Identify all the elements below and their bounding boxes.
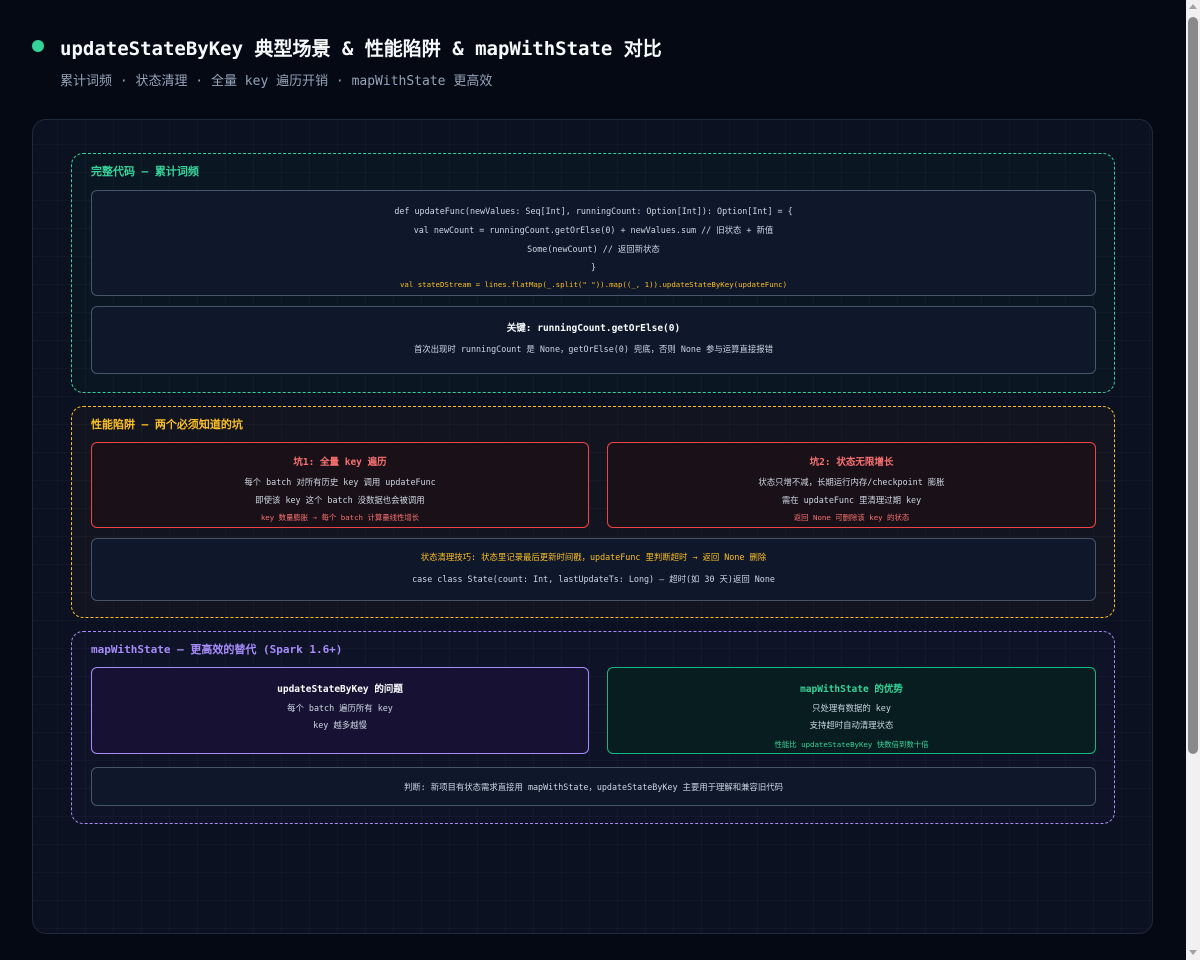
page-title: updateStateByKey 典型场景 & 性能陷阱 & mapWithSt… [60,38,662,60]
advantage-card-line: 只处理有数据的 key [812,703,891,713]
pitfall-1-title: 坑1: 全量 key 遍历 [293,457,387,468]
updatestatebykey-problem-card: updateStateByKey 的问题 每个 batch 遍历所有 key k… [91,667,589,754]
advantage-card-title: mapWithState 的优势 [800,684,903,695]
scroll-down-arrow-icon[interactable] [1189,950,1197,955]
pitfall-1-card: 坑1: 全量 key 遍历 每个 batch 对所有历史 key 调用 upda… [91,442,589,528]
mapwithstate-section-title: mapWithState — 更高效的替代 (Spark 1.6+) [91,643,343,656]
pitfall-2-title: 坑2: 状态无限增长 [809,457,894,468]
mapwithstate-section: mapWithState — 更高效的替代 (Spark 1.6+) updat… [71,631,1115,824]
cleanup-tip-text: case class State(count: Int, lastUpdateT… [412,574,775,584]
problem-card-title: updateStateByKey 的问题 [277,684,403,695]
pitfall-2-note: 返回 None 可删除该 key 的状态 [793,513,910,522]
pitfall-1-line: 每个 batch 对所有历史 key 调用 updateFunc [244,477,436,487]
verdict-text: 判断: 新项目有状态需求直接用 mapWithState，updateState… [403,782,784,792]
cleanup-tip-title: 状态清理技巧: 状态里记录最后更新时间戳，updateFunc 里判断超时 → … [420,552,767,562]
pitfall-2-line: 状态只增不减，长期运行内存/checkpoint 膨胀 [758,477,945,487]
pitfall-2-card: 坑2: 状态无限增长 状态只增不减，长期运行内存/checkpoint 膨胀 需… [607,442,1096,528]
code-line: val newCount = runningCount.getOrElse(0)… [413,225,774,235]
pitfalls-section-title: 性能陷阱 — 两个必须知道的坑 [91,418,243,431]
code-line: def updateFunc(newValues: Seq[Int], runn… [394,206,793,216]
advantage-card-note: 性能比 updateStateByKey 快数倍到数十倍 [774,740,929,749]
page-subtitle: 累计词频 · 状态清理 · 全量 key 遍历开销 · mapWithState… [60,74,493,89]
vertical-scrollbar[interactable] [1186,0,1200,960]
pitfall-1-note: key 数量膨胀 → 每个 batch 计算量线性增长 [260,513,420,522]
code-line: Some(newCount) // 返回新状态 [527,244,660,254]
key-point-text: 首次出现时 runningCount 是 None，getOrElse(0) 兜… [413,344,774,354]
cleanup-tip-box: 状态清理技巧: 状态里记录最后更新时间戳，updateFunc 里判断超时 → … [91,538,1096,601]
scroll-up-arrow-icon[interactable] [1189,4,1197,9]
code-line: } [590,262,597,272]
pitfalls-section: 性能陷阱 — 两个必须知道的坑 坑1: 全量 key 遍历 每个 batch 对… [71,406,1115,618]
code-block: def updateFunc(newValues: Seq[Int], runn… [91,190,1096,296]
key-point-title: 关键: runningCount.getOrElse(0) [506,323,681,334]
mapwithstate-advantage-card: mapWithState 的优势 只处理有数据的 key 支持超时自动清理状态 … [607,667,1096,754]
key-point-box: 关键: runningCount.getOrElse(0) 首次出现时 runn… [91,306,1096,374]
diagram-canvas: 完整代码 — 累计词频 def updateFunc(newValues: Se… [32,119,1153,934]
pitfall-1-line: 即使该 key 这个 batch 没数据也会被调用 [255,495,425,505]
code-section: 完整代码 — 累计词频 def updateFunc(newValues: Se… [71,153,1115,393]
status-dot-icon [32,40,44,52]
problem-card-line: key 越多越慢 [313,720,367,730]
scrollbar-thumb[interactable] [1188,17,1198,754]
problem-card-line: 每个 batch 遍历所有 key [287,703,393,713]
code-highlight-line: val stateDStream = lines.flatMap(_.split… [399,280,788,289]
advantage-card-line: 支持超时自动清理状态 [809,720,894,730]
verdict-box: 判断: 新项目有状态需求直接用 mapWithState，updateState… [91,767,1096,806]
pitfall-2-line: 需在 updateFunc 里清理过期 key [781,495,922,505]
code-section-title: 完整代码 — 累计词频 [91,165,199,178]
